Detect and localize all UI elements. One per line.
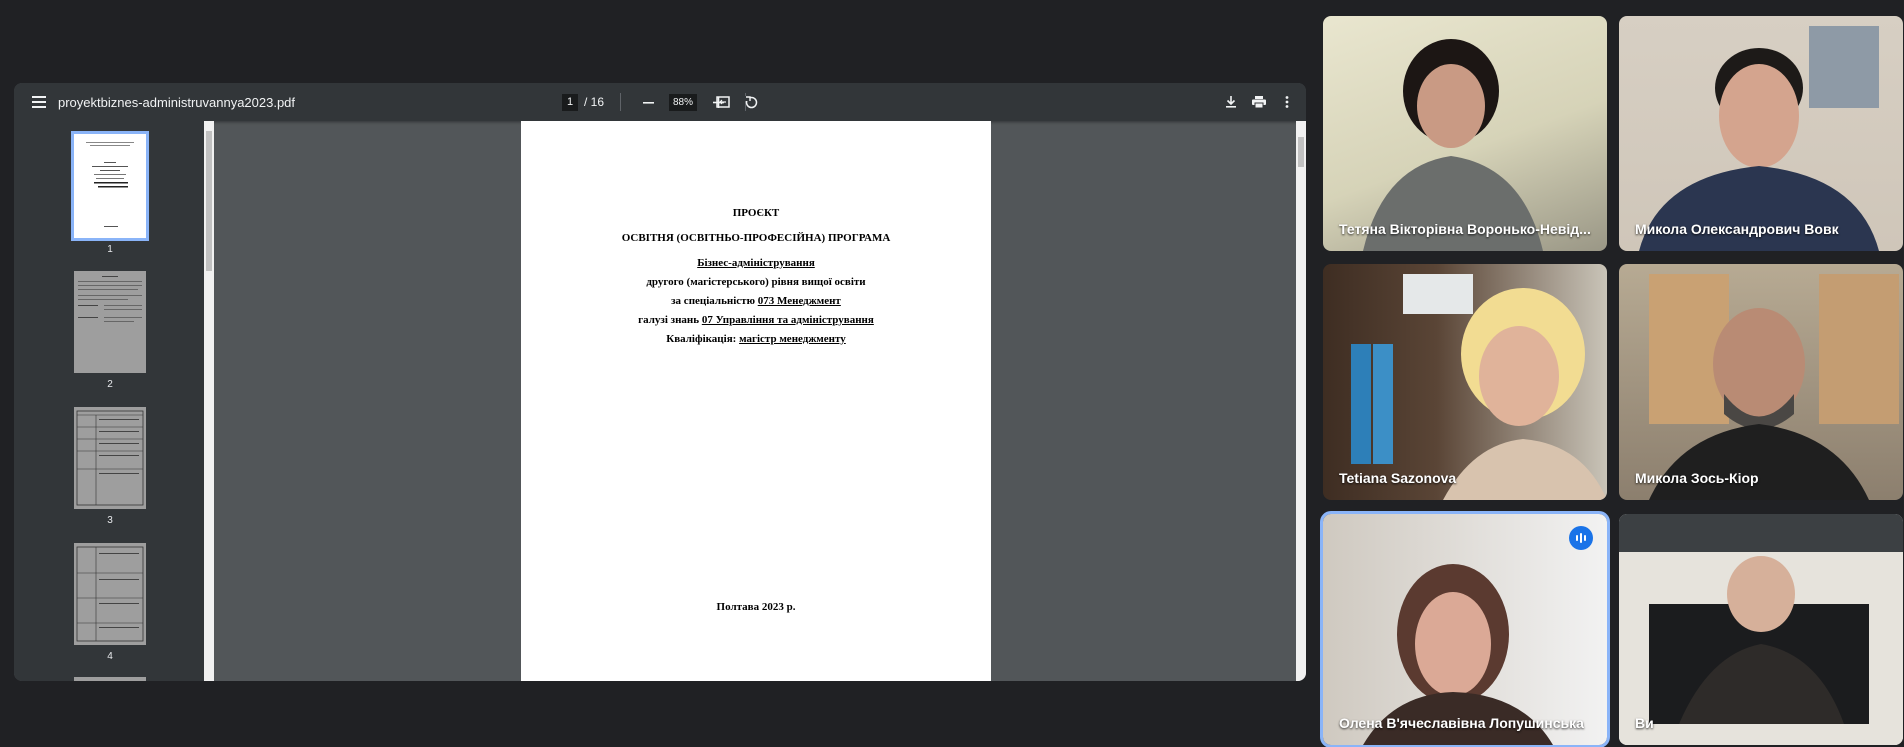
doc-program-name-text: Бізнес-адміністрування: [697, 257, 815, 269]
scroll-knob[interactable]: [206, 131, 212, 271]
file-title: proyektbiznes-administruvannya2023.pdf: [58, 94, 296, 110]
participant-name: Микола Олександрович Вовк: [1635, 221, 1839, 237]
participant-video: [1619, 514, 1903, 745]
participant-name: Ви: [1635, 715, 1654, 731]
doc-footer: Полтава 2023 р.: [716, 601, 796, 613]
speaking-icon: [1584, 535, 1586, 541]
speaking-indicator: [1569, 526, 1593, 550]
document-scrollbar[interactable]: [1296, 121, 1306, 681]
page-control: / 16: [562, 83, 604, 121]
participant-name: Тетяна Вікторівна Воронько-Невід...: [1339, 221, 1591, 237]
download-icon: [1226, 96, 1236, 108]
view-controls: [712, 83, 762, 121]
doc-qualification-value: магістр менеджменту: [739, 333, 846, 345]
participant-name: Микола Зось-Кіор: [1635, 470, 1759, 486]
doc-field-value: 07 Управління та адміністрування: [701, 314, 874, 326]
print-icon: [1252, 96, 1266, 108]
zoom-input[interactable]: [669, 93, 697, 111]
doc-program-title: ОСВІТНЯ (ОСВІТНЬО-ПРОФЕСІЙНА) ПРОГРАМА: [621, 232, 891, 244]
rotate-button[interactable]: [740, 91, 762, 113]
participant-video: [1363, 39, 1543, 251]
thumbnail-table: [76, 546, 144, 642]
print-button[interactable]: [1248, 91, 1270, 113]
fit-page-button[interactable]: [712, 91, 734, 113]
participant-name: Tetiana Sazonova: [1339, 470, 1457, 486]
download-button[interactable]: [1220, 91, 1242, 113]
thumbnail-label: 4: [107, 651, 113, 662]
zoom-out-button[interactable]: [637, 91, 659, 113]
more-vert-icon: [1285, 96, 1289, 108]
total-pages: / 16: [584, 95, 605, 109]
thumbnail-label: 1: [107, 244, 113, 255]
thumbnail-pane: 1 2 3 4: [14, 121, 214, 681]
thumbnail-page-1[interactable]: [71, 131, 149, 241]
thumbnail-page-5[interactable]: [74, 677, 146, 681]
participant-tile[interactable]: Ви: [1619, 514, 1903, 745]
participant-video: [1639, 26, 1879, 251]
thumbnail-text-lines: [86, 142, 134, 227]
menu-icon: [32, 96, 46, 108]
thumbnail-table: [76, 410, 144, 506]
thumbnail-label: 3: [107, 515, 113, 526]
pdf-viewer: proyektbiznes-administruvannya2023.pdf /…: [14, 83, 1306, 681]
participant-tile[interactable]: Микола Олександрович Вовк: [1619, 16, 1903, 251]
doc-field-label: галузі знань: [638, 314, 702, 326]
pdf-page: ПРОЄКТ ОСВІТНЯ (ОСВІТНЬО-ПРОФЕСІЙНА) ПРО…: [521, 121, 991, 681]
thumbnail-label: 2: [107, 379, 113, 390]
rotate-icon: [744, 95, 757, 108]
participant-tile[interactable]: Tetiana Sazonova: [1323, 264, 1607, 500]
menu-button[interactable]: [28, 83, 50, 121]
speaking-icon: [1576, 535, 1578, 541]
participant-video: [1351, 274, 1607, 500]
participant-video: [1363, 564, 1553, 745]
doc-program-name: Бізнес-адміністрування: [521, 257, 991, 269]
pdf-toolbar: proyektbiznes-administruvannya2023.pdf /…: [14, 83, 1306, 121]
divider: [620, 93, 621, 111]
thumbnail-page-3[interactable]: [74, 407, 146, 509]
doc-field: галузі знань 07 Управління та адміністру…: [521, 314, 991, 326]
fit-page-icon: [716, 96, 730, 108]
doc-qualification-label: Кваліфікація:: [666, 333, 740, 345]
doc-specialty: за спеціальністю 073 Менеджмент: [521, 295, 991, 307]
thumbnail-page-4[interactable]: [74, 543, 146, 645]
speaking-icon: [1580, 533, 1582, 543]
page-number-input[interactable]: [562, 93, 578, 111]
participant-video: [1649, 274, 1899, 500]
participant-tile-active[interactable]: Олена В'ячеславівна Лопушинська: [1320, 511, 1610, 747]
right-tools: [1220, 83, 1298, 121]
doc-specialty-value: 073 Менеджмент: [757, 295, 841, 307]
doc-heading: ПРОЄКТ: [732, 207, 780, 219]
participant-tile[interactable]: Тетяна Вікторівна Воронько-Невід...: [1323, 16, 1607, 251]
participant-name: Олена В'ячеславівна Лопушинська: [1339, 715, 1584, 731]
more-options-button[interactable]: [1276, 91, 1298, 113]
doc-level: другого (магістерського) рівня вищої осв…: [646, 276, 866, 288]
thumbnail-page-2[interactable]: [74, 271, 146, 373]
doc-qualification: Кваліфікація: магістр менеджменту: [521, 333, 991, 345]
thumbnail-scrollbar[interactable]: [204, 121, 214, 681]
doc-specialty-label: за спеціальністю: [671, 295, 758, 307]
scroll-knob[interactable]: [1298, 137, 1304, 167]
minus-icon: [642, 101, 654, 104]
participant-tile[interactable]: Микола Зось-Кіор: [1619, 264, 1903, 500]
thumbnail-text-lines: [78, 276, 142, 322]
